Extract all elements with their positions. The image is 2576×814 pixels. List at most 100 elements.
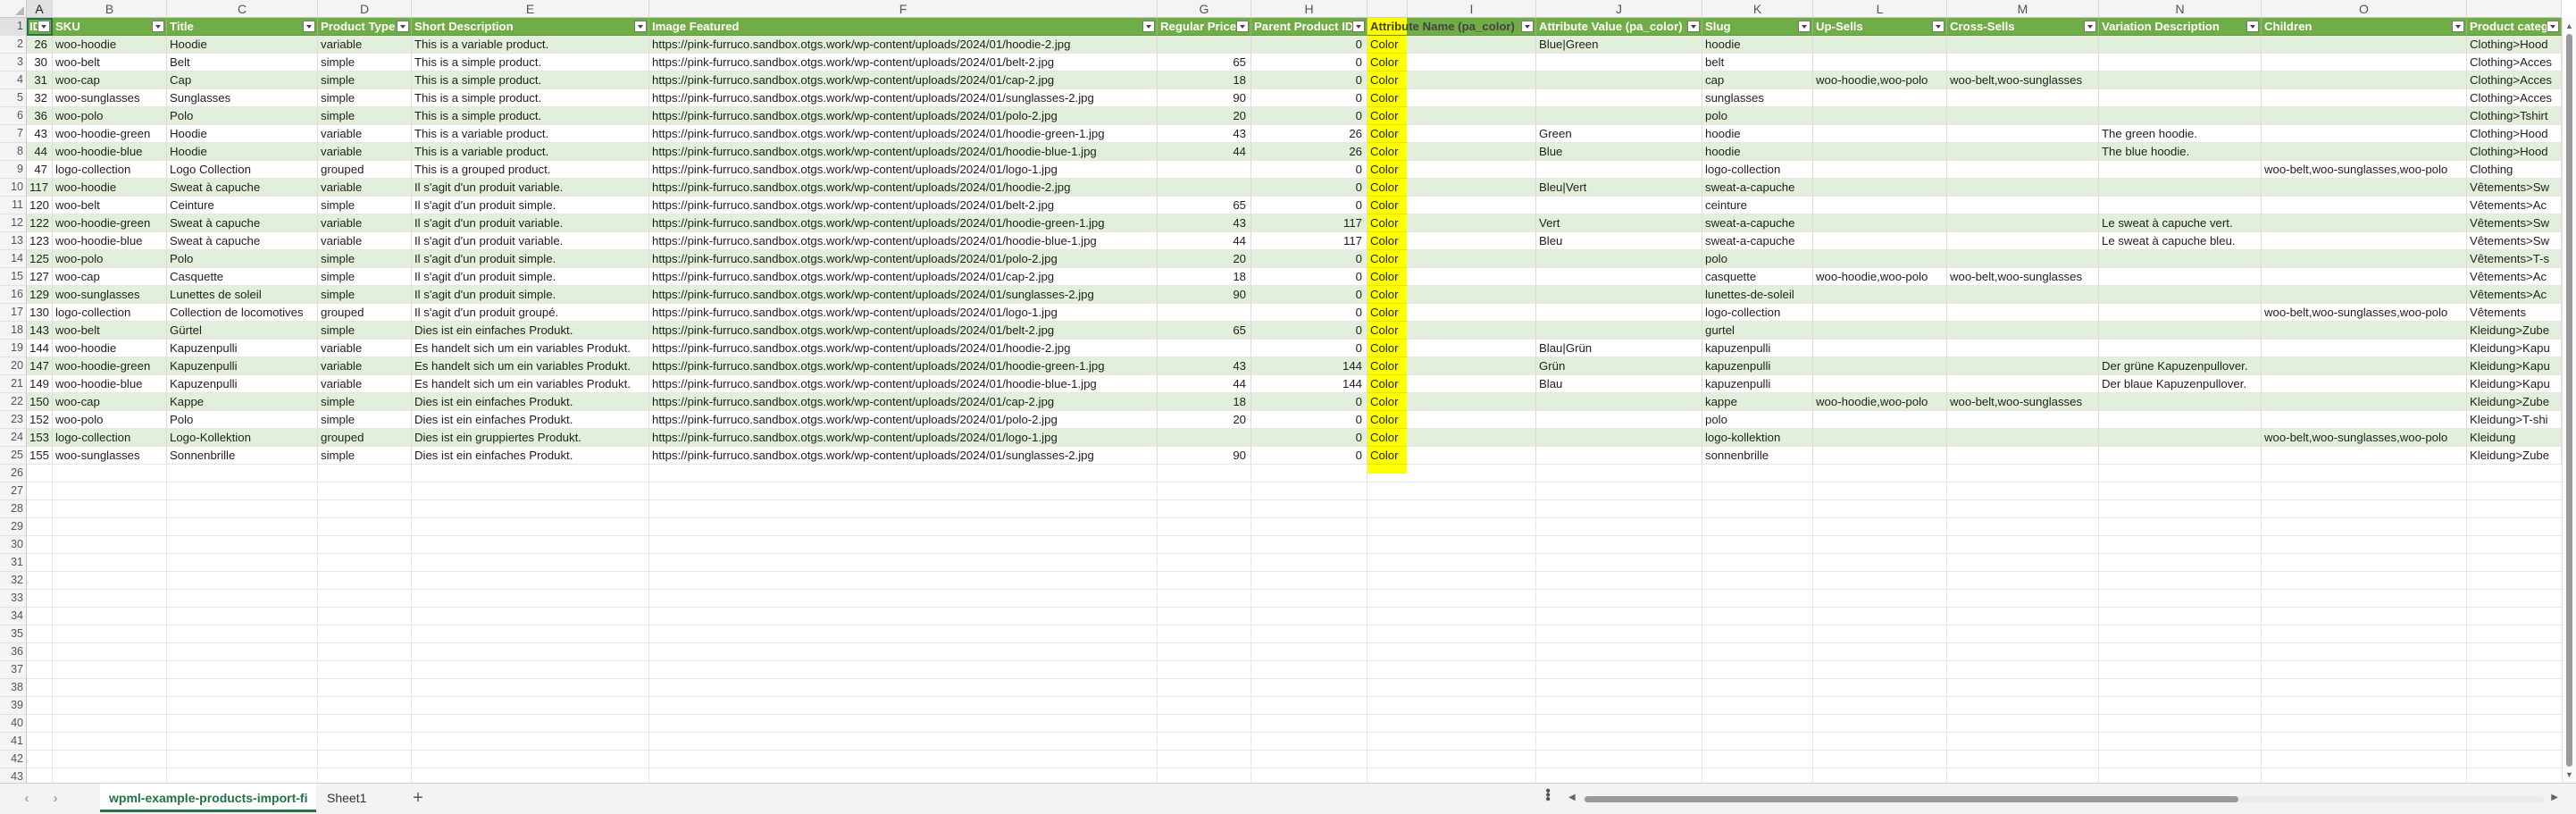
column-header-g[interactable]: G — [1158, 0, 1251, 18]
table-cell[interactable]: 90 — [1158, 286, 1251, 304]
table-cell[interactable]: Kappe — [167, 393, 318, 411]
row-header-1[interactable]: 1 — [0, 18, 27, 36]
table-cell[interactable]: logo-collection — [1702, 304, 1813, 322]
table-cell[interactable]: lunettes-de-soleil — [1702, 286, 1813, 304]
table-cell[interactable]: Kleidung>Kapu — [2467, 340, 2562, 357]
row-header-20[interactable]: 20 — [0, 357, 27, 375]
column-header-m[interactable]: M — [1947, 0, 2099, 18]
row-header-42[interactable]: 42 — [0, 751, 27, 768]
table-cell[interactable]: Dies ist ein einfaches Produkt. — [412, 322, 649, 340]
table-cell[interactable]: Color — [1367, 447, 1536, 465]
table-cell[interactable]: Color — [1367, 89, 1536, 107]
table-cell[interactable]: Vêtements>Sw — [2467, 179, 2562, 197]
table-cell[interactable]: Vêtements — [2467, 304, 2562, 322]
table-cell[interactable]: Dies ist ein einfaches Produkt. — [412, 393, 649, 411]
table-cell[interactable]: 0 — [1251, 429, 1367, 447]
row-header-27[interactable]: 27 — [0, 483, 27, 500]
table-cell[interactable]: 0 — [1251, 71, 1367, 89]
table-cell[interactable] — [1813, 250, 1947, 268]
table-cell[interactable] — [1947, 447, 2099, 465]
table-cell[interactable] — [2099, 268, 2262, 286]
row-header-11[interactable]: 11 — [0, 197, 27, 214]
table-cell[interactable]: Color — [1367, 179, 1536, 197]
table-cell[interactable]: 117 — [1251, 232, 1367, 250]
table-cell[interactable] — [1947, 286, 2099, 304]
table-cell[interactable] — [2099, 250, 2262, 268]
scroll-up-arrow-icon[interactable]: ▲ — [2565, 21, 2573, 30]
row-header-29[interactable]: 29 — [0, 518, 27, 536]
table-cell[interactable] — [2262, 411, 2467, 429]
table-cell[interactable]: 18 — [1158, 268, 1251, 286]
table-cell[interactable]: Color — [1367, 161, 1536, 179]
table-cell[interactable]: 0 — [1251, 411, 1367, 429]
table-cell[interactable]: Gürtel — [167, 322, 318, 340]
table-cell[interactable]: https://pink-furruco.sandbox.otgs.work/w… — [649, 447, 1158, 465]
table-cell[interactable]: 117 — [27, 179, 53, 197]
table-cell[interactable]: Color — [1367, 393, 1536, 411]
scroll-left-arrow-icon[interactable]: ◀ — [1568, 793, 1576, 802]
header-cell[interactable]: Children — [2262, 18, 2467, 36]
table-cell[interactable]: Clothing>Acces — [2467, 89, 2562, 107]
table-cell[interactable] — [2099, 54, 2262, 71]
filter-dropdown-icon[interactable] — [1687, 21, 1700, 32]
table-cell[interactable]: Vêtements>Ac — [2467, 286, 2562, 304]
table-cell[interactable]: simple — [318, 411, 412, 429]
table-cell[interactable]: simple — [318, 107, 412, 125]
table-cell[interactable]: Green — [1536, 125, 1702, 143]
empty-row[interactable] — [27, 572, 2562, 590]
table-cell[interactable]: 144 — [27, 340, 53, 357]
table-cell[interactable]: Kleidung>Zube — [2467, 447, 2562, 465]
table-cell[interactable] — [2262, 375, 2467, 393]
table-cell[interactable] — [1536, 268, 1702, 286]
table-cell[interactable]: Kapuzenpulli — [167, 375, 318, 393]
table-cell[interactable]: variable — [318, 340, 412, 357]
table-cell[interactable] — [1813, 322, 1947, 340]
table-cell[interactable]: 129 — [27, 286, 53, 304]
header-cell[interactable]: Attribute Name (pa_color) — [1367, 18, 1536, 36]
table-cell[interactable]: Il s'agit d'un produit groupé. — [412, 304, 649, 322]
empty-row[interactable] — [27, 715, 2562, 733]
filter-dropdown-icon[interactable] — [1236, 21, 1249, 32]
table-cell[interactable]: 0 — [1251, 250, 1367, 268]
table-cell[interactable]: Bleu|Vert — [1536, 179, 1702, 197]
row-header-3[interactable]: 3 — [0, 54, 27, 71]
table-cell[interactable]: Der grüne Kapuzenpullover. — [2099, 357, 2262, 375]
spreadsheet-grid[interactable]: ABCDEFGHIJKLMNO 1 2 3 4 5 6 7 8 9 10 11 12 13 14 15 16 1… — [0, 0, 2576, 783]
row-header-40[interactable]: 40 — [0, 715, 27, 733]
table-cell[interactable] — [1947, 340, 2099, 357]
row-header-16[interactable]: 16 — [0, 286, 27, 304]
row-header-35[interactable]: 35 — [0, 625, 27, 643]
table-cell[interactable]: Kleidung>Zube — [2467, 322, 2562, 340]
table-cell[interactable]: 44 — [27, 143, 53, 161]
table-cell[interactable]: 155 — [27, 447, 53, 465]
table-cell[interactable]: polo — [1702, 107, 1813, 125]
table-cell[interactable]: 150 — [27, 393, 53, 411]
table-cell[interactable] — [1813, 107, 1947, 125]
table-cell[interactable] — [1813, 429, 1947, 447]
row-header-17[interactable]: 17 — [0, 304, 27, 322]
table-cell[interactable] — [1813, 375, 1947, 393]
table-cell[interactable]: grouped — [318, 429, 412, 447]
table-cell[interactable] — [2099, 411, 2262, 429]
table-cell[interactable]: simple — [318, 54, 412, 71]
filter-dropdown-icon[interactable] — [152, 21, 164, 32]
table-cell[interactable]: 0 — [1251, 304, 1367, 322]
table-cell[interactable]: 43 — [1158, 357, 1251, 375]
row-header-2[interactable]: 2 — [0, 36, 27, 54]
table-cell[interactable] — [1536, 71, 1702, 89]
table-cell[interactable]: Clothing>Acces — [2467, 54, 2562, 71]
table-cell[interactable]: variable — [318, 357, 412, 375]
filter-dropdown-icon[interactable] — [634, 21, 647, 32]
row-header-33[interactable]: 33 — [0, 590, 27, 608]
table-cell[interactable]: https://pink-furruco.sandbox.otgs.work/w… — [649, 411, 1158, 429]
table-cell[interactable]: Kleidung — [2467, 429, 2562, 447]
table-cell[interactable]: woo-hoodie — [53, 340, 167, 357]
table-cell[interactable]: Color — [1367, 429, 1536, 447]
table-cell[interactable] — [1947, 411, 2099, 429]
table-cell[interactable]: kapuzenpulli — [1702, 375, 1813, 393]
table-cell[interactable]: https://pink-furruco.sandbox.otgs.work/w… — [649, 71, 1158, 89]
table-cell[interactable]: 152 — [27, 411, 53, 429]
table-cell[interactable]: https://pink-furruco.sandbox.otgs.work/w… — [649, 322, 1158, 340]
table-cell[interactable]: https://pink-furruco.sandbox.otgs.work/w… — [649, 340, 1158, 357]
table-cell[interactable] — [1947, 429, 2099, 447]
